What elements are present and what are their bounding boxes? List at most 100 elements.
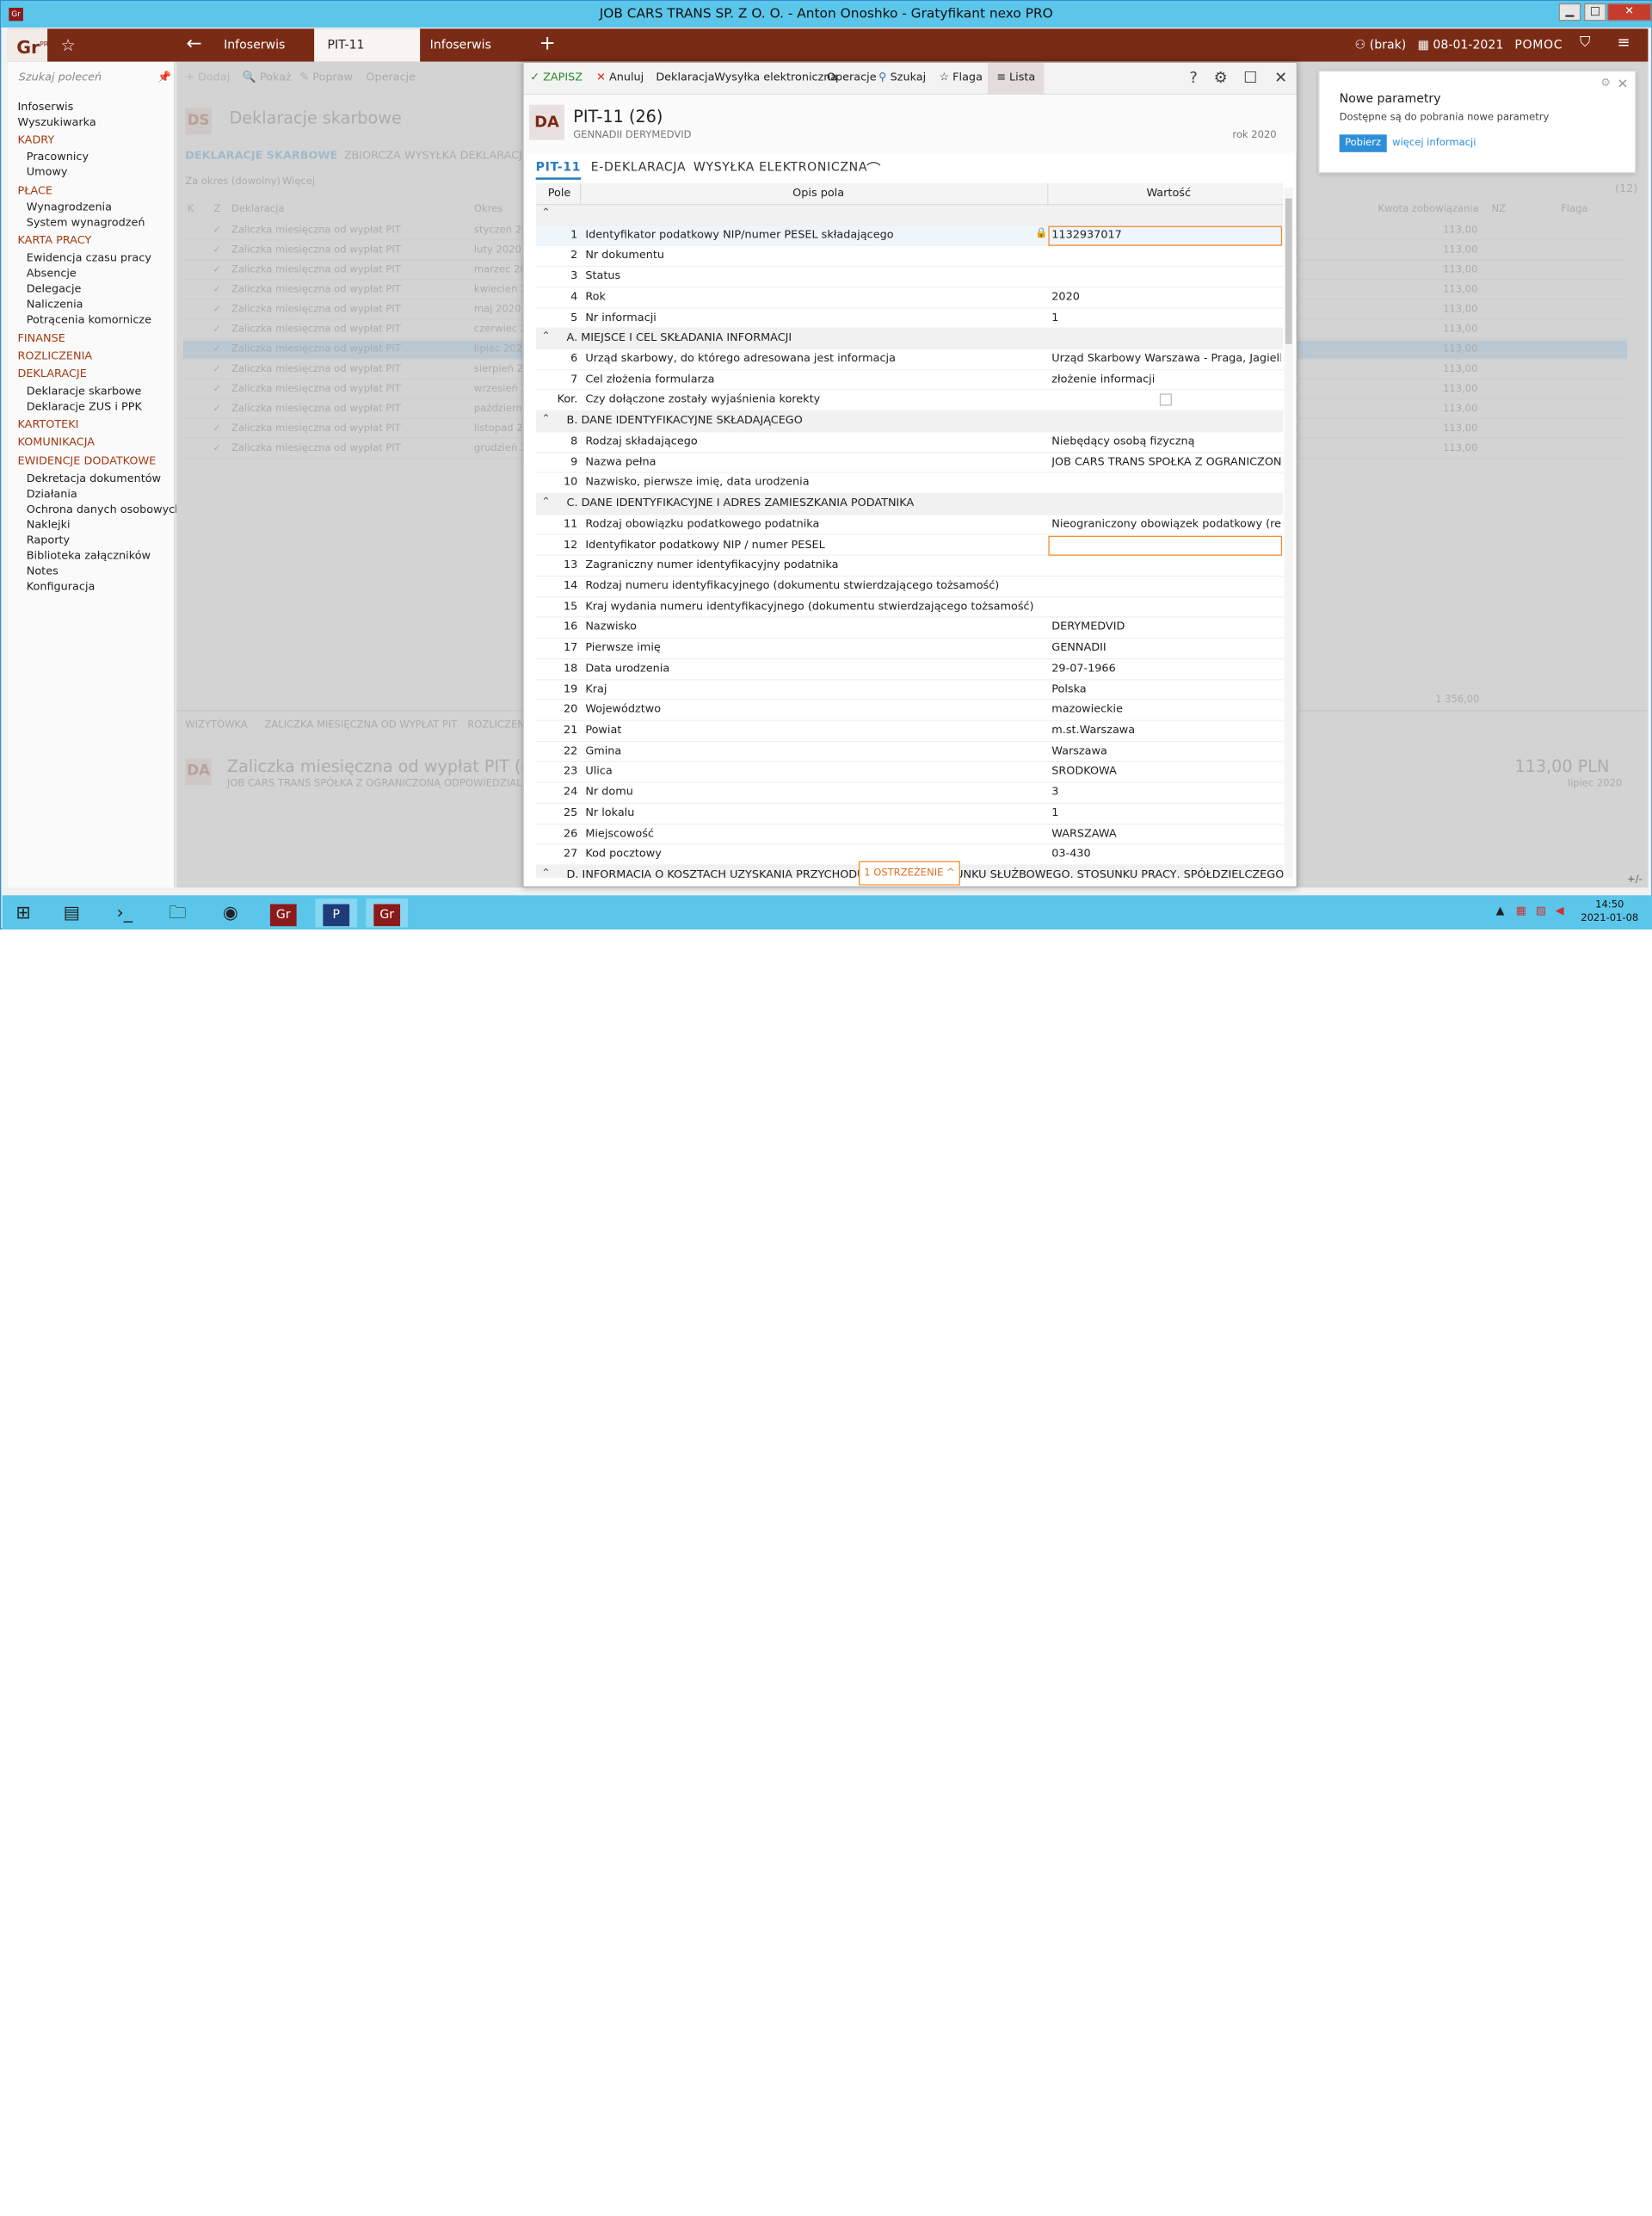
sidebar-item[interactable]: Notes	[27, 565, 59, 577]
app-p-icon[interactable]: P	[315, 898, 358, 928]
field-value[interactable]: 3	[1051, 787, 1058, 799]
sidebar-item[interactable]: Absencje	[27, 268, 77, 280]
more-info-link[interactable]: więcej informacji	[1392, 138, 1476, 149]
field-row[interactable]: 2 Nr dokumentu	[535, 246, 1284, 268]
field-value[interactable]: Polska	[1051, 683, 1086, 695]
save-button[interactable]: ✓ ZAPISZ	[530, 71, 583, 83]
sidebar-item[interactable]: Potrącenia komornicze	[27, 314, 151, 326]
field-row[interactable]: 5 Nr informacji 1	[535, 308, 1284, 330]
list-button[interactable]: ≡ Lista	[987, 63, 1045, 94]
download-button[interactable]: Pobierz	[1339, 134, 1387, 152]
field-value[interactable]: Urząd Skarbowy Warszawa - Praga, Jagiell…	[1051, 353, 1280, 365]
field-row[interactable]: 21 Powiat m.st.Warszawa	[535, 721, 1284, 742]
tab-e-deklaracja[interactable]: E-DEKLARACJA	[591, 160, 687, 175]
favorites-star-icon[interactable]: ☆	[60, 35, 75, 55]
close-dialog-icon[interactable]: ✕	[1274, 70, 1287, 87]
sidebar-item[interactable]: Delegacje	[27, 283, 82, 295]
col-opis[interactable]: Opis pola	[792, 188, 844, 200]
hamburger-menu-icon[interactable]: ≡	[1618, 34, 1630, 52]
sidebar-item[interactable]: Deklaracje skarbowe	[27, 386, 142, 398]
field-input-box[interactable]	[1048, 535, 1283, 556]
field-row[interactable]: 17 Pierwsze imię GENNADII	[535, 639, 1284, 659]
collapse-chevron-icon[interactable]: ⌃	[541, 497, 551, 509]
warning-button[interactable]: 1 OSTRZEŻENIE ^	[859, 861, 960, 886]
sidebar-item[interactable]: KARTA PRACY	[17, 235, 91, 247]
field-row[interactable]: 10 Nazwisko, pierwsze imię, data urodzeni…	[535, 473, 1284, 495]
collapse-chevron-icon[interactable]: ⌃	[541, 207, 551, 219]
field-value[interactable]: 1	[1051, 312, 1058, 324]
field-row[interactable]: 1 Identyfikator podatkowy NIP/numer PESEL…	[535, 225, 1284, 247]
sidebar-item[interactable]: Pracownicy	[27, 151, 89, 164]
sidebar-item[interactable]: PŁACE	[17, 185, 52, 197]
new-tab-plus-icon[interactable]: +	[539, 32, 556, 55]
work-date[interactable]: ▦ 08-01-2021	[1418, 38, 1504, 52]
tray-up-arrow-icon[interactable]: ▲	[1496, 905, 1505, 917]
start-windows-icon[interactable]: ⊞	[3, 898, 45, 927]
field-row[interactable]: 6 Urząd skarbowy, do którego adresowana j…	[535, 349, 1284, 371]
field-value[interactable]: Niebędący osobą fizyczną	[1051, 435, 1194, 448]
field-row[interactable]: 4 Rok 2020	[535, 287, 1284, 309]
user-indicator[interactable]: ⚇ (brak)	[1355, 38, 1407, 52]
field-row[interactable]: 14 Rodzaj numeru identyfikacyjnego (dokum…	[535, 577, 1284, 597]
tab-infoserwis-2[interactable]: Infoserwis	[416, 28, 522, 61]
sidebar-item[interactable]: ROZLICZENIA	[17, 350, 92, 362]
declaration-button[interactable]: Deklaracja	[656, 71, 714, 83]
sidebar-item[interactable]: DEKLARACJE	[17, 368, 86, 380]
flag-button[interactable]: ☆ Flaga	[940, 71, 983, 83]
field-value[interactable]: Warszawa	[1051, 745, 1107, 757]
sidebar-item[interactable]: Naklejki	[27, 519, 71, 531]
help-icon[interactable]: ?	[1189, 70, 1198, 87]
grid-scrollbar[interactable]	[1284, 187, 1293, 878]
sidebar-item[interactable]: Dekretacja dokumentów	[27, 473, 161, 485]
field-row[interactable]: 11 Rodzaj obowiązku podatkowego podatnika…	[535, 515, 1284, 536]
close-window-button[interactable]: ✕	[1606, 3, 1652, 22]
chrome-icon[interactable]: ◉	[209, 898, 251, 927]
correction-checkbox[interactable]	[1159, 393, 1172, 407]
field-row[interactable]: Kor. Czy dołączone zostały wyjaśnienia ko…	[535, 391, 1284, 412]
sidebar-item[interactable]: FINANSE	[17, 333, 65, 345]
tab-pit11-form[interactable]: PIT-11	[535, 160, 582, 180]
sidebar-item[interactable]: Deklaracje ZUS i PPK	[27, 401, 142, 413]
server-manager-icon[interactable]: ▤	[51, 898, 93, 927]
field-value[interactable]: GENNADII	[1051, 642, 1106, 654]
command-search-input[interactable]: Szukaj poleceń	[19, 71, 102, 83]
field-value[interactable]: Nieograniczony obowiązek podatkowy (rezy…	[1051, 518, 1280, 530]
field-row[interactable]: 3 Status	[535, 267, 1284, 288]
sidebar-item[interactable]: Raporty	[27, 534, 70, 546]
settings-gear-icon[interactable]: ⚙	[1214, 70, 1228, 87]
sidebar-item[interactable]: Ochrona danych osobowych	[27, 504, 182, 516]
shield-icon[interactable]: ⛉	[1580, 34, 1591, 51]
maximize-button[interactable]: □	[1584, 3, 1606, 22]
field-value[interactable]: m.st.Warszawa	[1051, 725, 1135, 737]
sidebar-item[interactable]: Infoserwis	[17, 102, 73, 114]
field-value[interactable]: JOB CARS TRANS SPÓŁKA Z OGRANICZONĄ O...	[1051, 456, 1280, 468]
field-value[interactable]: DERYMEDVID	[1051, 621, 1125, 633]
sidebar-item[interactable]: Umowy	[27, 166, 68, 178]
field-value[interactable]: 03-430	[1051, 849, 1090, 861]
field-value[interactable]: 1132937017	[1051, 229, 1122, 241]
back-arrow-icon[interactable]: ←	[187, 33, 202, 55]
field-value[interactable]: 29-07-1966	[1051, 663, 1115, 675]
field-row[interactable]: 19 Kraj Polska	[535, 680, 1284, 701]
field-row[interactable]: 23 Ulica ŚRODKOWA	[535, 762, 1284, 783]
field-row[interactable]: 12 Identyfikator podatkowy NIP / numer PE…	[535, 535, 1284, 556]
sidebar-item[interactable]: EWIDENCJE DODATKOWE	[17, 455, 156, 467]
gratyfikant-icon[interactable]: Gr	[262, 898, 305, 927]
sidebar-item[interactable]: KOMUNIKACJA	[17, 436, 95, 448]
field-row[interactable]: 8 Rodzaj składającego Niebędący osobą fizy…	[535, 432, 1284, 454]
section-header[interactable]: ⌃	[535, 205, 1284, 226]
cancel-button[interactable]: ✕ Anuluj	[596, 71, 644, 83]
field-value[interactable]: mazowieckie	[1051, 704, 1123, 716]
field-value[interactable]: WARSZAWA	[1051, 828, 1116, 840]
app-logo[interactable]: GrPRO	[7, 28, 53, 62]
section-header[interactable]: ⌃ B. DANE IDENTYFIKACYJNE SKŁADAJĄCEGO	[535, 411, 1284, 433]
gear-icon[interactable]: ⚙	[1600, 77, 1610, 90]
file-explorer-icon[interactable]: 🗀	[157, 898, 199, 927]
gratyfikant-active-icon[interactable]: Gr	[366, 898, 409, 928]
col-pole[interactable]: Pole	[548, 188, 571, 200]
field-row[interactable]: 15 Kraj wydania numeru identyfikacyjnego …	[535, 597, 1284, 618]
pin-icon[interactable]: 📌	[157, 71, 171, 83]
col-wartosc[interactable]: Wartość	[1146, 188, 1191, 200]
field-row[interactable]: 25 Nr lokalu 1	[535, 804, 1284, 824]
help-button[interactable]: POMOC	[1514, 38, 1563, 52]
